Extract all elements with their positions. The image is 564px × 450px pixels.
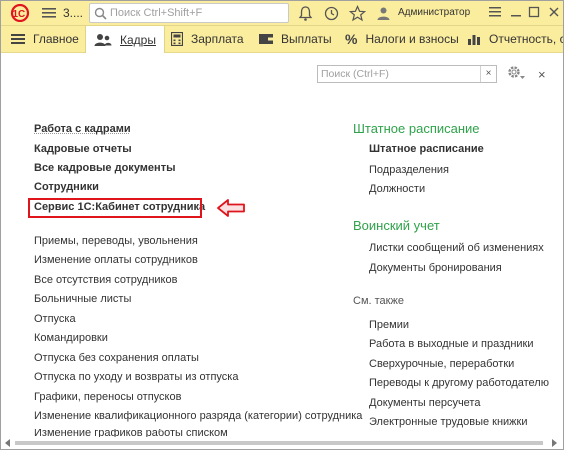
tab-main[interactable]: Главное	[11, 26, 79, 52]
link-hiring-transfers[interactable]: Приемы, переводы, увольнения	[34, 235, 198, 247]
link-all-hr-documents[interactable]: Все кадровые документы	[34, 162, 175, 174]
link-pension-docs[interactable]: Документы персучета	[369, 397, 480, 409]
link-pay-changes[interactable]: Изменение оплаты сотрудников	[34, 254, 198, 266]
link-qualification-change[interactable]: Изменение квалификационного разряда (кат…	[34, 410, 362, 422]
link-vacations[interactable]: Отпуска	[34, 313, 76, 325]
pointer-arrow-icon	[217, 199, 245, 217]
calculator-icon	[171, 32, 183, 46]
horizontal-scrollbar[interactable]	[1, 437, 561, 449]
link-hr-work[interactable]: Работа с кадрами	[34, 123, 131, 135]
link-overtime[interactable]: Сверхурочные, переработки	[369, 358, 514, 370]
history-icon[interactable]	[323, 5, 340, 22]
tab-taxes-label: Налоги и взносы	[365, 32, 459, 46]
staff-schedule-header: Штатное расписание	[353, 121, 480, 136]
percent-icon: %	[345, 31, 358, 47]
link-childcare-leaves[interactable]: Отпуска по уходу и возвраты из отпуска	[34, 371, 238, 383]
link-bonuses[interactable]: Премии	[369, 319, 409, 331]
clear-search-button[interactable]: ×	[480, 66, 496, 82]
panel-search-placeholder: Поиск (Ctrl+F)	[321, 68, 389, 80]
tab-main-label: Главное	[33, 32, 79, 46]
tab-payments-label: Выплаты	[281, 32, 332, 46]
link-staff-schedule[interactable]: Штатное расписание	[369, 143, 484, 155]
chart-icon	[468, 35, 480, 45]
wallet-icon	[259, 34, 273, 44]
global-search-input[interactable]: Поиск Ctrl+Shift+F	[89, 3, 289, 23]
link-schedule-change[interactable]: Изменение графиков работы списком	[34, 429, 228, 437]
see-also-label: См. также	[353, 295, 404, 307]
tab-hr[interactable]: Кадры	[85, 26, 165, 53]
window-title: 3....	[63, 6, 84, 20]
bell-icon[interactable]	[297, 5, 314, 22]
close-window-icon[interactable]	[547, 5, 561, 19]
current-user[interactable]: Администратор	[398, 7, 470, 18]
link-vacation-schedules[interactable]: Графики, переносы отпусков	[34, 391, 181, 403]
tab-taxes[interactable]: % Налоги и взносы	[345, 26, 459, 52]
people-icon	[94, 33, 112, 46]
main-menu-icon[interactable]	[41, 6, 57, 20]
hr-section-panel: Поиск (Ctrl+F) × × Работа с кадрами Кадр…	[1, 53, 563, 449]
link-weekend-work[interactable]: Работа в выходные и праздники	[369, 338, 534, 350]
1c-logo-icon: 1С	[10, 4, 30, 22]
link-sick-leaves[interactable]: Больничные листы	[34, 293, 131, 305]
title-bar: 1С 3.... Поиск Ctrl+Shift+F Администрато…	[1, 1, 563, 26]
close-panel-button[interactable]: ×	[538, 67, 546, 82]
hamburger-icon	[11, 34, 25, 44]
more-options-icon[interactable]	[488, 5, 502, 19]
tab-payments[interactable]: Выплаты	[259, 26, 332, 52]
tab-reporting-label: Отчетность, с	[489, 32, 564, 46]
link-electronic-workbooks[interactable]: Электронные трудовые книжки	[369, 416, 528, 428]
link-unpaid-leaves[interactable]: Отпуска без сохранения оплаты	[34, 352, 199, 364]
tab-reporting[interactable]: Отчетность, с	[467, 26, 564, 52]
settings-gear-icon[interactable]	[506, 64, 526, 82]
link-change-notices[interactable]: Листки сообщений об изменениях	[369, 242, 544, 254]
link-business-trips[interactable]: Командировки	[34, 332, 108, 344]
link-positions[interactable]: Должности	[369, 183, 425, 195]
tab-salary-label: Зарплата	[191, 32, 244, 46]
global-search-placeholder: Поиск Ctrl+Shift+F	[110, 7, 203, 19]
link-hr-reports[interactable]: Кадровые отчеты	[34, 143, 132, 155]
user-avatar-icon[interactable]	[375, 5, 392, 22]
link-schedule-change-clip: Изменение графиков работы списком	[34, 429, 228, 437]
highlight-frame	[28, 198, 202, 218]
search-icon	[94, 7, 107, 20]
maximize-icon[interactable]	[527, 5, 541, 19]
link-departments[interactable]: Подразделения	[369, 164, 449, 176]
panel-search-input[interactable]: Поиск (Ctrl+F) ×	[317, 65, 497, 83]
tab-salary[interactable]: Зарплата	[171, 26, 244, 52]
tab-hr-label: Кадры	[120, 32, 156, 47]
app-window: 1С 3.... Поиск Ctrl+Shift+F Администрато…	[0, 0, 564, 450]
link-all-absences[interactable]: Все отсутствия сотрудников	[34, 274, 177, 286]
minimize-icon[interactable]	[509, 5, 523, 19]
military-header: Воинский учет	[353, 218, 440, 233]
link-employees[interactable]: Сотрудники	[34, 181, 99, 193]
svg-text:1С: 1С	[13, 9, 26, 20]
link-reservation-docs[interactable]: Документы бронирования	[369, 262, 502, 274]
favorites-star-icon[interactable]	[349, 5, 366, 22]
section-panel: Главное Кадры Зарплата Выплаты % Налоги …	[1, 26, 564, 53]
link-employer-transfers[interactable]: Переводы к другому работодателю	[369, 377, 549, 389]
